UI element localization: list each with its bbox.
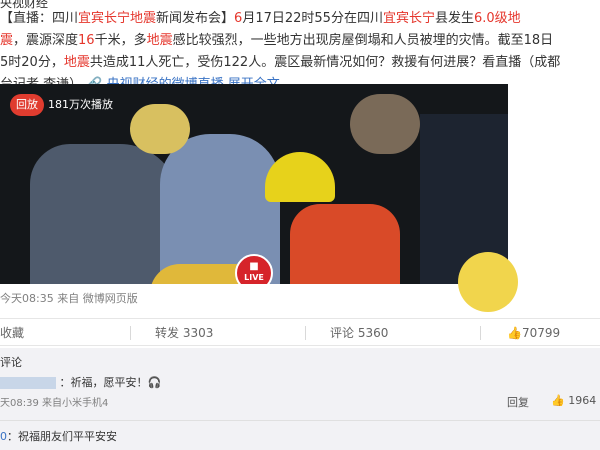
video-figure [350, 94, 420, 154]
comment-divider [0, 420, 600, 421]
post-text-segment: 新闻发布会】 [156, 11, 235, 26]
view-count: 181万次播放 [48, 98, 113, 111]
replay-tag: 回放 [10, 94, 44, 116]
repost-button[interactable]: 转发 3303 [155, 319, 213, 347]
thumbs-up-icon: 👍 [507, 326, 522, 340]
highlighted-keyword[interactable]: 16 [78, 33, 95, 48]
live-button[interactable]: ■ LIVE [235, 254, 273, 284]
divider [480, 326, 481, 340]
video-player[interactable]: 回放 181万次播放 ■ LIVE [0, 84, 508, 284]
highlighted-keyword[interactable]: 震 [0, 33, 13, 48]
comment-meta: 天08:39 来自小米手机4 [0, 398, 109, 409]
post-text-segment: 月17日22时55分在四川 [242, 11, 383, 26]
comment-title: 评论 [0, 356, 22, 369]
post-text-segment: 县发生 [434, 11, 474, 26]
commenter-name[interactable]: 0 [0, 430, 7, 443]
post-text-segment: 【直播：四川 [0, 11, 79, 26]
post-text: 【直播：四川宜宾长宁地震新闻发布会】6月17日22时55分在四川宜宾长宁县发生6… [0, 8, 600, 96]
action-bar: 收藏 转发 3303 评论 5360 👍70799 [0, 318, 600, 346]
divider [305, 326, 306, 340]
comment-item: 0：祝福朋友们平平安安 [0, 428, 117, 444]
favorite-button[interactable]: 收藏 [0, 319, 24, 347]
post-line-1: 【直播：四川宜宾长宁地震新闻发布会】6月17日22时55分在四川宜宾长宁县发生6… [0, 8, 600, 30]
post-text-segment: 共造成11人死亡，受伤122人。震区最新情况如何？救援有何进展？看直播（成都 [89, 55, 561, 70]
comment-like-button[interactable]: 👍 1964 [551, 394, 596, 407]
post-text-segment: 千米，多 [94, 33, 147, 48]
highlighted-keyword[interactable]: 地震 [64, 55, 90, 70]
video-figure [30, 144, 180, 284]
highlighted-keyword[interactable]: 地震 [147, 33, 173, 48]
comment-button[interactable]: 评论 5360 [330, 319, 388, 347]
post-text-segment: 5时20分， [0, 55, 64, 70]
post-meta: 今天08:35 来自 微博网页版 [0, 292, 138, 305]
comment-item: ：祈福，愿平安！🎧 [0, 374, 600, 390]
comment-section: 评论 ：祈福，愿平安！🎧 天08:39 来自小米手机4 回复 👍 1964 0：… [0, 348, 600, 450]
comment-text: ：祈福，愿平安！🎧 [59, 376, 162, 389]
replay-badge: 回放 181万次播放 [10, 94, 113, 116]
decorative-shape [458, 252, 518, 312]
live-label: LIVE [244, 273, 264, 282]
video-figure [130, 104, 190, 154]
camera-icon: ■ [249, 261, 259, 272]
commenter-name[interactable] [0, 377, 56, 389]
video-figure [290, 204, 400, 284]
highlighted-keyword[interactable]: 宜宾长宁地震 [78, 11, 156, 26]
video-helmet [265, 152, 335, 202]
post-text-segment: 感比较强烈，一些地方出现房屋倒塌和人员被埋的灾情。截至18日 [172, 33, 554, 48]
like-button[interactable]: 👍70799 [507, 319, 560, 347]
thumbs-up-icon: 👍 [551, 394, 565, 407]
like-count: 70799 [521, 326, 561, 340]
post-text-segment: ，震源深度 [13, 33, 79, 48]
highlighted-keyword[interactable]: 6.0级地 [474, 11, 521, 26]
divider [130, 326, 131, 340]
highlighted-keyword[interactable]: 宜宾长宁 [383, 11, 435, 26]
post-line-3: 5时20分，地震共造成11人死亡，受伤122人。震区最新情况如何？救援有何进展？… [0, 52, 600, 74]
post-line-2: 震，震源深度16千米，多地震感比较强烈，一些地方出现房屋倒塌和人员被埋的灾情。截… [0, 30, 600, 52]
comment-like-count: 1964 [568, 394, 597, 407]
reply-button[interactable]: 回复 [507, 394, 529, 410]
comment-text: ：祝福朋友们平平安安 [7, 430, 117, 443]
